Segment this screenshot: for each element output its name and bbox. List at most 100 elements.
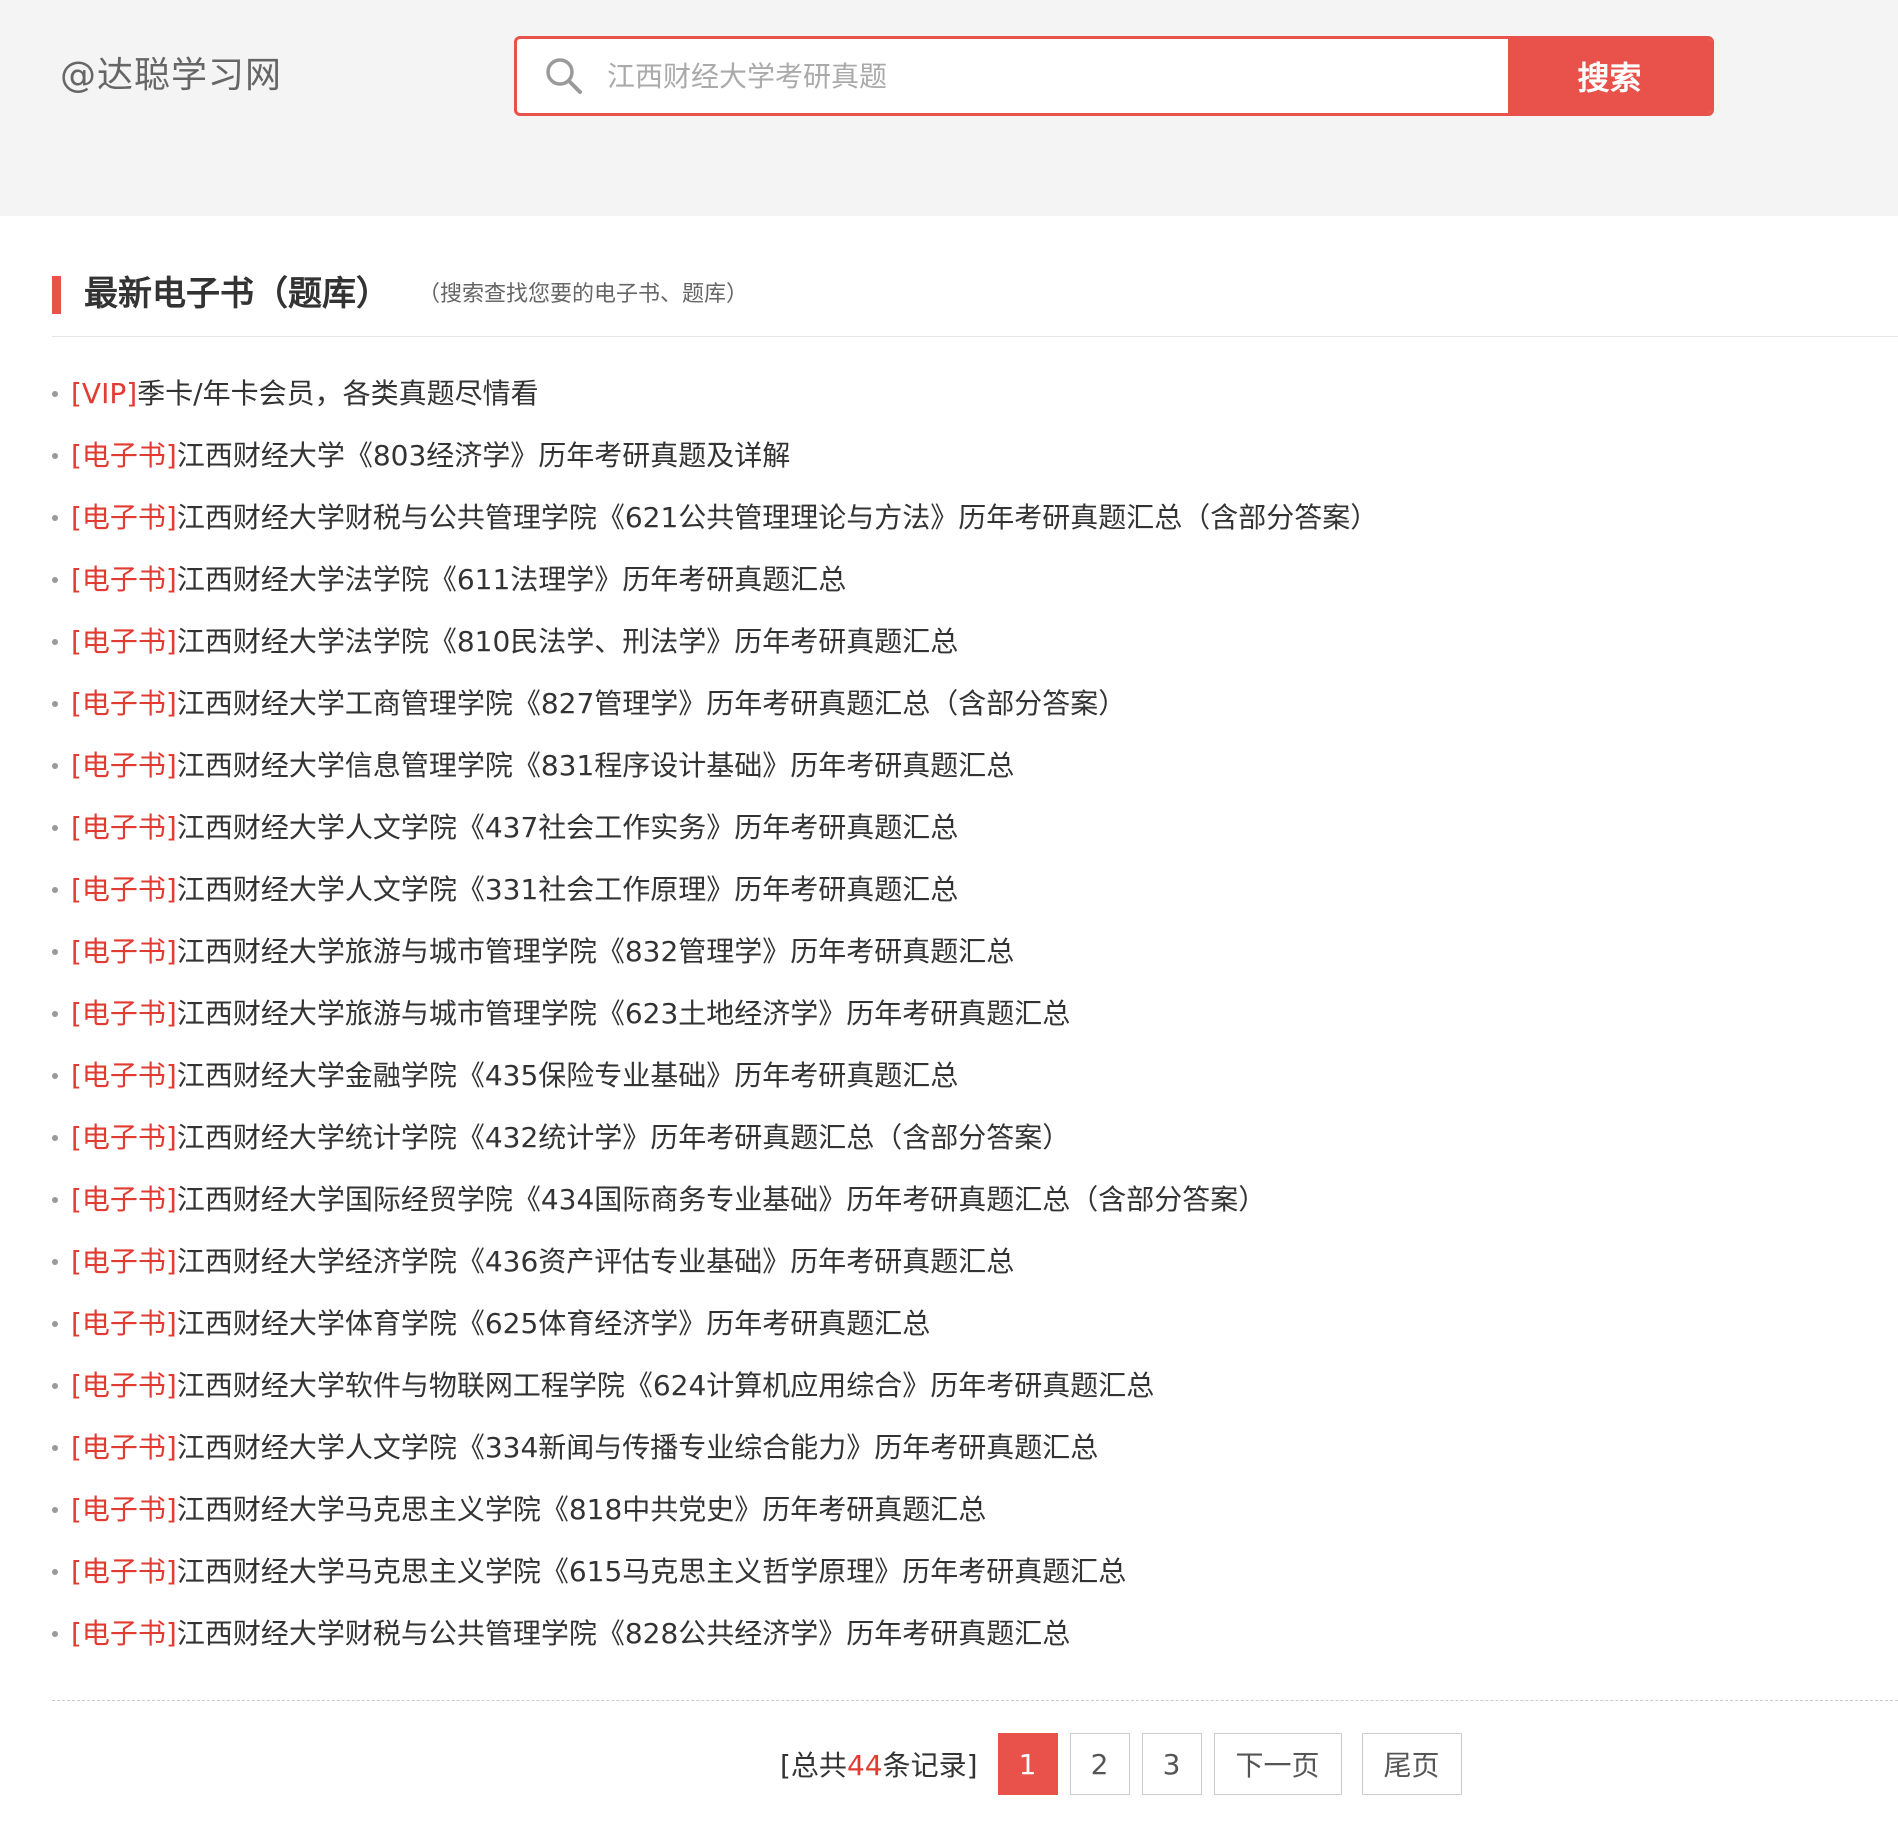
book-title: 江西财经大学金融学院《435保险专业基础》历年考研真题汇总 — [176, 1059, 959, 1092]
book-link[interactable]: [电子书]江西财经大学体育学院《625体育经济学》历年考研真题汇总 — [71, 1298, 930, 1350]
book-title: 江西财经大学经济学院《436资产评估专业基础》历年考研真题汇总 — [176, 1245, 1015, 1278]
list-item: [电子书]江西财经大学马克思主义学院《615马克思主义哲学原理》历年考研真题汇总 — [52, 1546, 1852, 1608]
bullet-icon — [52, 453, 58, 459]
list-item: [电子书]江西财经大学马克思主义学院《818中共党史》历年考研真题汇总 — [52, 1484, 1852, 1546]
book-list: [VIP]季卡/年卡会员，各类真题尽情看 [电子书]江西财经大学《803经济学》历… — [52, 368, 1852, 1670]
book-title: 江西财经大学国际经贸学院《434国际商务专业基础》历年考研真题汇总（含部分答案） — [176, 1183, 1267, 1216]
book-link[interactable]: [电子书]江西财经大学旅游与城市管理学院《832管理学》历年考研真题汇总 — [71, 926, 1014, 978]
book-title: 江西财经大学财税与公共管理学院《828公共经济学》历年考研真题汇总 — [176, 1617, 1071, 1650]
bullet-icon — [52, 1445, 58, 1451]
book-link[interactable]: [电子书]江西财经大学统计学院《432统计学》历年考研真题汇总（含部分答案） — [71, 1112, 1070, 1164]
book-tag: [电子书] — [71, 1617, 177, 1650]
last-page-button[interactable]: 尾页 — [1361, 1733, 1462, 1795]
bullet-icon — [52, 577, 58, 583]
book-link[interactable]: [VIP]季卡/年卡会员，各类真题尽情看 — [71, 368, 539, 420]
book-link[interactable]: [电子书]江西财经大学金融学院《435保险专业基础》历年考研真题汇总 — [71, 1050, 958, 1102]
book-link[interactable]: [电子书]江西财经大学信息管理学院《831程序设计基础》历年考研真题汇总 — [71, 740, 1014, 792]
book-tag: [电子书] — [71, 501, 177, 534]
book-title: 江西财经大学工商管理学院《827管理学》历年考研真题汇总（含部分答案） — [176, 687, 1127, 720]
list-item: [电子书]江西财经大学信息管理学院《831程序设计基础》历年考研真题汇总 — [52, 740, 1852, 802]
bullet-icon — [52, 1073, 58, 1079]
bullet-icon — [52, 887, 58, 893]
list-item: [电子书]江西财经大学财税与公共管理学院《621公共管理理论与方法》历年考研真题… — [52, 492, 1852, 554]
book-link[interactable]: [电子书]江西财经大学法学院《611法理学》历年考研真题汇总 — [71, 554, 846, 606]
bullet-icon — [52, 825, 58, 831]
book-tag: [电子书] — [71, 1183, 177, 1216]
book-tag: [电子书] — [71, 1555, 177, 1588]
book-title: 江西财经大学马克思主义学院《818中共党史》历年考研真题汇总 — [176, 1493, 987, 1526]
book-tag: [电子书] — [71, 997, 177, 1030]
book-title: 江西财经大学统计学院《432统计学》历年考研真题汇总（含部分答案） — [176, 1121, 1071, 1154]
site-name[interactable]: @达聪学习网 — [60, 52, 282, 100]
book-tag: [电子书] — [71, 687, 177, 720]
bullet-icon — [52, 391, 58, 397]
book-title: 江西财经大学旅游与城市管理学院《832管理学》历年考研真题汇总 — [176, 935, 1015, 968]
section-header: 最新电子书（题库） （搜索查找您要的电子书、题库） — [52, 262, 1898, 337]
book-tag: [电子书] — [71, 749, 177, 782]
book-tag: [VIP] — [71, 377, 138, 410]
list-item: [电子书]江西财经大学《803经济学》历年考研真题及详解 — [52, 430, 1852, 492]
book-title: 江西财经大学人文学院《331社会工作原理》历年考研真题汇总 — [176, 873, 959, 906]
bullet-icon — [52, 515, 58, 521]
book-title: 江西财经大学信息管理学院《831程序设计基础》历年考研真题汇总 — [176, 749, 1015, 782]
book-link[interactable]: [电子书]江西财经大学旅游与城市管理学院《623土地经济学》历年考研真题汇总 — [71, 988, 1070, 1040]
book-link[interactable]: [电子书]江西财经大学国际经贸学院《434国际商务专业基础》历年考研真题汇总（含… — [71, 1174, 1266, 1226]
section-accent-bar — [52, 276, 61, 314]
book-title: 江西财经大学马克思主义学院《615马克思主义哲学原理》历年考研真题汇总 — [176, 1555, 1127, 1588]
book-link[interactable]: [电子书]江西财经大学人文学院《437社会工作实务》历年考研真题汇总 — [71, 802, 958, 854]
list-item: [电子书]江西财经大学统计学院《432统计学》历年考研真题汇总（含部分答案） — [52, 1112, 1852, 1174]
book-link[interactable]: [电子书]江西财经大学财税与公共管理学院《621公共管理理论与方法》历年考研真题… — [71, 492, 1378, 544]
section-title: 最新电子书（题库） — [84, 274, 390, 314]
book-link[interactable]: [电子书]江西财经大学软件与物联网工程学院《624计算机应用综合》历年考研真题汇… — [71, 1360, 1154, 1412]
book-link[interactable]: [电子书]江西财经大学财税与公共管理学院《828公共经济学》历年考研真题汇总 — [71, 1608, 1070, 1660]
bullet-icon — [52, 701, 58, 707]
search-input[interactable] — [599, 39, 1508, 113]
book-title: 江西财经大学体育学院《625体育经济学》历年考研真题汇总 — [176, 1307, 931, 1340]
total-count: 44 — [846, 1749, 883, 1782]
bullet-icon — [52, 1321, 58, 1327]
pagination: [总共44条记录] 1 2 3 下一页 尾页 — [780, 1732, 1462, 1796]
page-button-3[interactable]: 3 — [1141, 1733, 1202, 1795]
book-title: 江西财经大学财税与公共管理学院《621公共管理理论与方法》历年考研真题汇总（含部… — [176, 501, 1379, 534]
bullet-icon — [52, 1383, 58, 1389]
total-records: [总共44条记录] — [780, 1749, 978, 1782]
bullet-icon — [52, 1011, 58, 1017]
list-item: [电子书]江西财经大学人文学院《331社会工作原理》历年考研真题汇总 — [52, 864, 1852, 926]
bullet-icon — [52, 1631, 58, 1637]
search-icon — [529, 39, 599, 113]
page-button-1[interactable]: 1 — [997, 1733, 1058, 1795]
book-link[interactable]: [电子书]江西财经大学工商管理学院《827管理学》历年考研真题汇总（含部分答案） — [71, 678, 1126, 730]
list-item: [电子书]江西财经大学财税与公共管理学院《828公共经济学》历年考研真题汇总 — [52, 1608, 1852, 1670]
list-item: [电子书]江西财经大学体育学院《625体育经济学》历年考研真题汇总 — [52, 1298, 1852, 1360]
bullet-icon — [52, 1259, 58, 1265]
book-link[interactable]: [电子书]江西财经大学法学院《810民法学、刑法学》历年考研真题汇总 — [71, 616, 958, 668]
book-title: 江西财经大学法学院《810民法学、刑法学》历年考研真题汇总 — [176, 625, 959, 658]
book-link[interactable]: [电子书]江西财经大学马克思主义学院《615马克思主义哲学原理》历年考研真题汇总 — [71, 1546, 1126, 1598]
book-tag: [电子书] — [71, 625, 177, 658]
search-box: 搜索 — [514, 36, 1714, 116]
next-page-button[interactable]: 下一页 — [1213, 1733, 1342, 1795]
book-link[interactable]: [电子书]江西财经大学人文学院《334新闻与传播专业综合能力》历年考研真题汇总 — [71, 1422, 1098, 1474]
list-item: [电子书]江西财经大学旅游与城市管理学院《623土地经济学》历年考研真题汇总 — [52, 988, 1852, 1050]
book-link[interactable]: [电子书]江西财经大学马克思主义学院《818中共党史》历年考研真题汇总 — [71, 1484, 986, 1536]
list-item: [电子书]江西财经大学国际经贸学院《434国际商务专业基础》历年考研真题汇总（含… — [52, 1174, 1852, 1236]
list-item: [电子书]江西财经大学人文学院《437社会工作实务》历年考研真题汇总 — [52, 802, 1852, 864]
bullet-icon — [52, 1135, 58, 1141]
book-tag: [电子书] — [71, 1431, 177, 1464]
book-link[interactable]: [电子书]江西财经大学经济学院《436资产评估专业基础》历年考研真题汇总 — [71, 1236, 1014, 1288]
book-link[interactable]: [电子书]江西财经大学《803经济学》历年考研真题及详解 — [71, 430, 790, 482]
list-item: [电子书]江西财经大学法学院《611法理学》历年考研真题汇总 — [52, 554, 1852, 616]
search-button[interactable]: 搜索 — [1508, 39, 1711, 113]
book-tag: [电子书] — [71, 811, 177, 844]
book-tag: [电子书] — [71, 1121, 177, 1154]
page-button-2[interactable]: 2 — [1069, 1733, 1130, 1795]
page-header: @达聪学习网 搜索 — [0, 0, 1898, 216]
list-item: [电子书]江西财经大学软件与物联网工程学院《624计算机应用综合》历年考研真题汇… — [52, 1360, 1852, 1422]
list-item: [电子书]江西财经大学金融学院《435保险专业基础》历年考研真题汇总 — [52, 1050, 1852, 1112]
list-item: [电子书]江西财经大学人文学院《334新闻与传播专业综合能力》历年考研真题汇总 — [52, 1422, 1852, 1484]
book-link[interactable]: [电子书]江西财经大学人文学院《331社会工作原理》历年考研真题汇总 — [71, 864, 958, 916]
section-subtitle: （搜索查找您要的电子书、题库） — [418, 282, 749, 307]
book-tag: [电子书] — [71, 1059, 177, 1092]
book-tag: [电子书] — [71, 1307, 177, 1340]
book-title: 季卡/年卡会员，各类真题尽情看 — [137, 377, 539, 410]
